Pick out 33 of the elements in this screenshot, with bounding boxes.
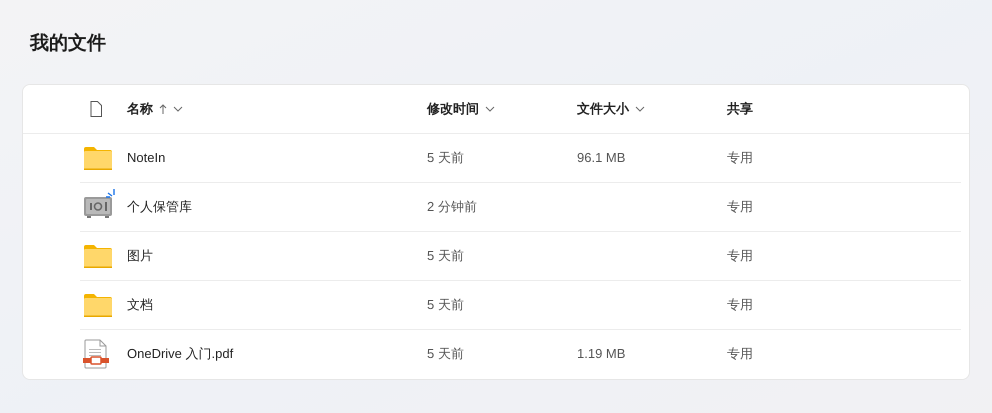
sharing-status: 专用 bbox=[727, 246, 753, 265]
page-title: 我的文件 bbox=[30, 32, 106, 56]
file-name: NoteIn bbox=[127, 148, 166, 167]
column-header[interactable]: 修改时间 bbox=[427, 98, 495, 118]
sharing-status: 专用 bbox=[727, 296, 753, 314]
file-name: OneDrive 入门.pdf bbox=[127, 345, 234, 364]
modified-time: 5 天前 bbox=[427, 246, 464, 265]
folder-icon bbox=[83, 244, 113, 268]
file-name: 个人保管库 bbox=[127, 198, 192, 216]
file-row[interactable]: OneDrive 入门.pdf 5 天前 1.19 MB 专用 bbox=[80, 330, 961, 378]
file-row[interactable]: NoteIn 5 天前 96.1 MB 专用 bbox=[80, 134, 961, 182]
file-row[interactable]: 个人保管库 2 分钟前 专用 bbox=[80, 182, 961, 232]
file-row[interactable]: 文档 5 天前 专用 bbox=[80, 280, 961, 330]
sharing-status: 专用 bbox=[727, 345, 753, 364]
modified-time: 2 分钟前 bbox=[427, 198, 477, 216]
column-header[interactable]: 名称 bbox=[127, 98, 183, 118]
file-size: 1.19 MB bbox=[577, 345, 626, 364]
sharing-status: 专用 bbox=[727, 198, 753, 216]
folder-icon bbox=[83, 292, 113, 316]
folder-icon bbox=[83, 146, 113, 170]
file-row[interactable]: 图片 5 天前 专用 bbox=[80, 232, 961, 280]
safe-icon bbox=[83, 194, 113, 218]
file-icon bbox=[90, 100, 102, 116]
modified-time: 5 天前 bbox=[427, 148, 464, 167]
modified-time: 5 天前 bbox=[427, 296, 464, 314]
column-header[interactable]: 文件大小 bbox=[577, 98, 645, 118]
file-name: 图片 bbox=[127, 246, 153, 265]
column-header[interactable]: 共享 bbox=[727, 98, 753, 118]
file-name: 文档 bbox=[127, 296, 153, 314]
sharing-status: 专用 bbox=[727, 148, 753, 167]
pdf-file-icon bbox=[83, 339, 109, 369]
modified-time: 5 天前 bbox=[427, 345, 464, 364]
file-size: 96.1 MB bbox=[577, 148, 626, 167]
